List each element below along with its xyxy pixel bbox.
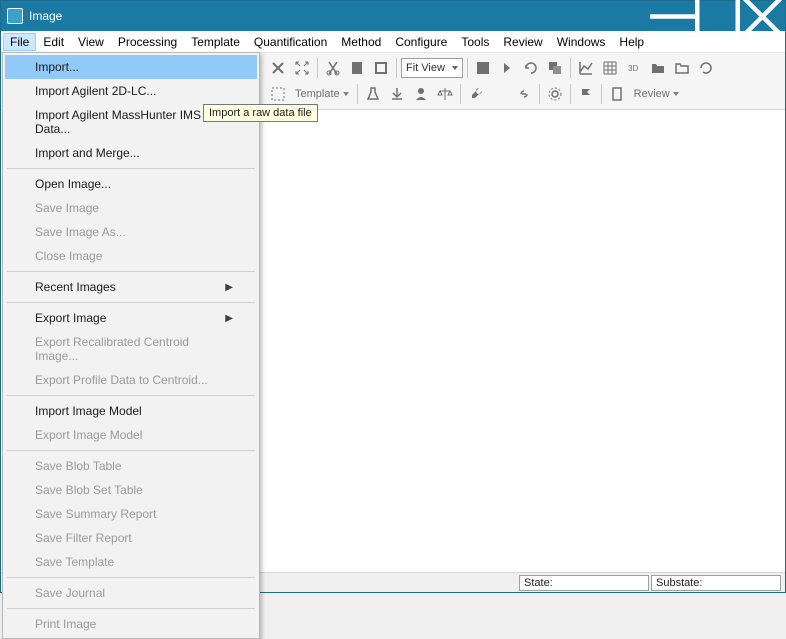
flag-icon[interactable]	[575, 83, 597, 105]
menu-item: Save Image As...	[5, 220, 257, 244]
menu-item: Export Image Model	[5, 423, 257, 447]
next-icon[interactable]	[496, 57, 518, 79]
refresh-icon[interactable]	[695, 57, 717, 79]
menu-item: Print Image	[5, 612, 257, 636]
menu-item[interactable]: Open Image...	[5, 172, 257, 196]
substate-box: Substate:	[651, 575, 781, 591]
chart-icon[interactable]	[575, 57, 597, 79]
menu-help[interactable]: Help	[612, 33, 651, 51]
menu-item: Export Recalibrated Centroid Image...	[5, 330, 257, 368]
stop-icon[interactable]	[370, 57, 392, 79]
menu-item[interactable]: Export Image▶	[5, 306, 257, 330]
gear-icon[interactable]	[544, 83, 566, 105]
flask-icon[interactable]	[362, 83, 384, 105]
titlebar: Image	[1, 1, 785, 31]
wrench-icon[interactable]	[465, 83, 487, 105]
svg-text:3D: 3D	[628, 64, 638, 73]
cut-icon[interactable]	[322, 57, 344, 79]
tool-icon-1[interactable]	[472, 57, 494, 79]
menu-item: Export Profile Data to Centroid...	[5, 368, 257, 392]
menu-item: Save Template	[5, 550, 257, 574]
menu-item: Save Filter Report	[5, 526, 257, 550]
minimize-button[interactable]	[650, 1, 695, 31]
menu-quantification[interactable]: Quantification	[247, 33, 334, 51]
menu-item[interactable]: Recent Images▶	[5, 275, 257, 299]
redo-icon[interactable]	[520, 57, 542, 79]
menu-file[interactable]: File	[3, 33, 36, 51]
folder-open-icon[interactable]	[647, 57, 669, 79]
menu-item: Save Image	[5, 196, 257, 220]
document-icon[interactable]	[606, 83, 628, 105]
menu-item[interactable]: Import Agilent 2D-LC...	[5, 79, 257, 103]
fitview-combo[interactable]: Fit View	[401, 58, 463, 78]
link-icon[interactable]	[513, 83, 535, 105]
menu-review[interactable]: Review	[496, 33, 549, 51]
menu-method[interactable]: Method	[334, 33, 388, 51]
brush-icon[interactable]	[489, 83, 511, 105]
menu-processing[interactable]: Processing	[111, 33, 184, 51]
review-dropdown[interactable]: Review	[630, 88, 683, 100]
menu-edit[interactable]: Edit	[36, 33, 71, 51]
file-menu-dropdown: Import...Import Agilent 2D-LC...Import A…	[2, 52, 260, 639]
close-button[interactable]	[740, 1, 785, 31]
balance-icon[interactable]	[434, 83, 456, 105]
menu-item[interactable]: Import and Merge...	[5, 141, 257, 165]
window-title: Image	[29, 9, 650, 23]
cube-icon[interactable]: 3D	[623, 57, 645, 79]
expand-icon[interactable]	[291, 57, 313, 79]
menu-item[interactable]: Import Image Model	[5, 399, 257, 423]
menu-tools[interactable]: Tools	[454, 33, 496, 51]
menu-item[interactable]: Import...	[5, 55, 257, 79]
menu-item: Save Blob Table	[5, 454, 257, 478]
delete-icon[interactable]	[267, 57, 289, 79]
menubar: File Edit View Processing Template Quant…	[1, 31, 785, 53]
tooltip: Import a raw data file	[203, 104, 318, 122]
download-icon[interactable]	[386, 83, 408, 105]
maximize-button[interactable]	[695, 1, 740, 31]
menu-item: Save Journal	[5, 581, 257, 605]
folder-icon[interactable]	[671, 57, 693, 79]
selection-icon[interactable]	[267, 83, 289, 105]
person-icon[interactable]	[410, 83, 432, 105]
menu-configure[interactable]: Configure	[388, 33, 454, 51]
menu-windows[interactable]: Windows	[550, 33, 613, 51]
menu-template[interactable]: Template	[184, 33, 247, 51]
menu-item: Close Image	[5, 244, 257, 268]
page-icon[interactable]	[346, 57, 368, 79]
template-dropdown[interactable]: Template	[291, 88, 353, 100]
menu-item: Save Blob Set Table	[5, 478, 257, 502]
grid-icon[interactable]	[599, 57, 621, 79]
layers-icon[interactable]	[544, 57, 566, 79]
menu-view[interactable]: View	[71, 33, 111, 51]
state-box: State:	[519, 575, 649, 591]
menu-item: Save Summary Report	[5, 502, 257, 526]
app-icon	[7, 8, 23, 24]
